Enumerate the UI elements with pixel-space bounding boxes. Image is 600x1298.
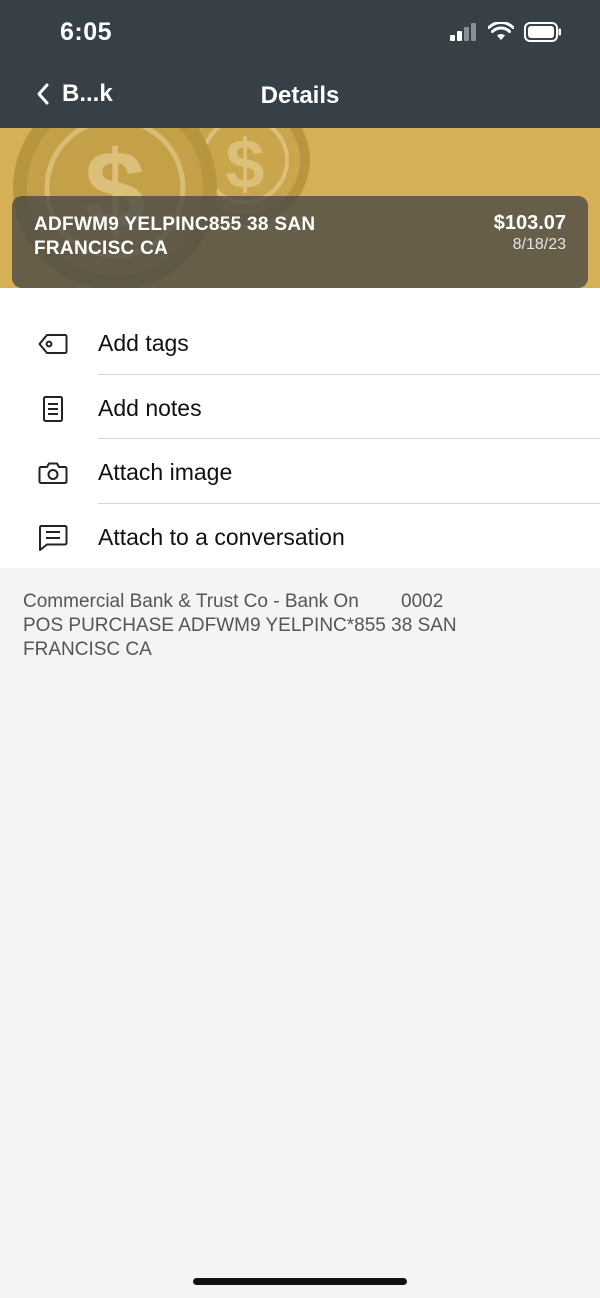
notes-icon: [38, 395, 68, 423]
add-notes-label: Add notes: [98, 394, 202, 421]
signal-icon: [450, 23, 476, 41]
transaction-card: ADFWM9 YELPINC855 38 SAN FRANCISC CA $10…: [12, 196, 588, 288]
description-line: Commercial Bank & Trust Co - Bank On 000…: [23, 591, 444, 612]
attach-conversation-label: Attach to a conversation: [98, 523, 345, 550]
description-line: POS PURCHASE ADFWM9 YELPINC*855 38 SAN: [23, 615, 457, 636]
transaction-amount: $103.07: [493, 212, 566, 234]
status-time: 6:05: [60, 18, 113, 46]
tag-icon: [38, 330, 68, 358]
transaction-banner: $ $ ADFWM9 YELPINC855 38 SAN FRANCISC CA…: [0, 128, 600, 288]
transaction-date: 8/18/23: [512, 236, 566, 253]
svg-text:$: $: [226, 128, 265, 203]
action-list: Add tags Add notes Attach image Attach t…: [0, 288, 600, 568]
camera-icon: [38, 459, 68, 487]
add-tags-label: Add tags: [98, 330, 189, 356]
chat-icon: [38, 524, 68, 552]
battery-icon: [524, 22, 561, 42]
app-header: 6:05 B...k Details: [0, 0, 600, 128]
status-icons: [450, 22, 562, 42]
page-title: Details: [260, 82, 340, 109]
merchant-name: ADFWM9 YELPINC855 38 SAN FRANCISC CA: [34, 214, 316, 259]
home-indicator[interactable]: [193, 1278, 407, 1285]
attach-conversation-button[interactable]: Attach to a conversation: [0, 504, 600, 569]
add-notes-button[interactable]: Add notes: [0, 375, 600, 439]
transaction-description: Commercial Bank & Trust Co - Bank On 000…: [23, 590, 563, 662]
attach-image-label: Attach image: [98, 459, 233, 485]
add-tags-button[interactable]: Add tags: [0, 310, 600, 375]
attach-image-button[interactable]: Attach image: [0, 439, 600, 504]
description-line: FRANCISC CA: [23, 639, 152, 660]
wifi-icon: [488, 22, 514, 40]
